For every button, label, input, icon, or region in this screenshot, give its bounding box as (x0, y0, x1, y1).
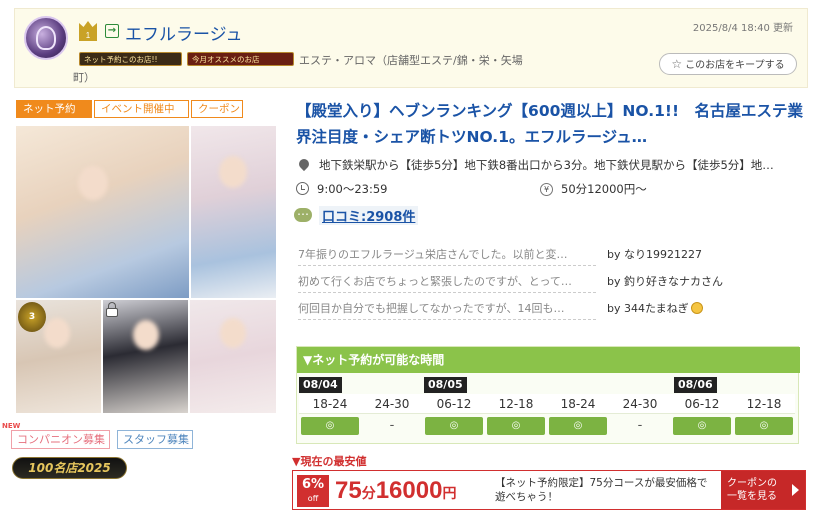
review-count-link[interactable]: 口コミ:2908件 (319, 206, 419, 225)
review-author-name: by 344たまねぎ (607, 302, 689, 315)
price-text: 50分12000円〜 (561, 182, 647, 196)
rank-number: 1 (79, 31, 97, 41)
lock-icon (105, 302, 119, 318)
hours-info: 9:00〜23:59 (296, 181, 387, 197)
slot-available-button[interactable]: ◎ (425, 417, 483, 435)
staff-recruit-link[interactable]: スタッフ募集 (117, 430, 193, 449)
crown-rank-icon: 1 (79, 21, 97, 41)
clock-icon (296, 182, 309, 195)
smile-face-icon (690, 302, 703, 314)
yen-icon: ¥ (540, 183, 553, 196)
time-slot: 24-30 - (361, 394, 423, 436)
hours-text: 9:00〜23:59 (317, 182, 388, 196)
rank-medal-icon: 3 (18, 302, 46, 332)
slot-time: 12-18 (733, 394, 795, 414)
map-pin-icon (296, 157, 312, 172)
review-text[interactable]: 初めて行くお店でちょっと緊張したのですが、とって… (298, 272, 596, 293)
net-reserve-calendar: ▼ネット予約が可能な時間 08/04 08/05 08/06 18-24 ◎ 2… (296, 346, 800, 444)
review-author: by 344たまねぎ (607, 299, 807, 319)
time-slot: 18-24 ◎ (299, 394, 361, 436)
shop-category: エステ・アロマ（店舗型エステ/錦・栄・矢場 (299, 54, 523, 67)
discount-percent: 6% (301, 477, 325, 492)
review-author: by 釣り好きなナカさん (607, 275, 723, 288)
slot-available-button[interactable]: ◎ (735, 417, 793, 435)
list-item[interactable]: 何回目か自分でも把握してなかったですが、14回も… by 344たまねぎ (296, 299, 703, 320)
shop-category-wrap: 町） (73, 71, 95, 84)
lowest-price-label: ▼現在の最安値 (292, 455, 367, 468)
slot-available-button[interactable]: ◎ (487, 417, 545, 435)
time-slot: 12-18 ◎ (485, 394, 547, 436)
time-slot: 12-18 ◎ (733, 394, 795, 436)
course-minutes: 75 (335, 477, 362, 504)
time-slot: 24-30 - (609, 394, 671, 436)
staff-photo[interactable] (191, 126, 276, 298)
slot-time: 06-12 (671, 394, 733, 414)
review-author: by なり19921227 (607, 248, 702, 261)
date-label: 08/05 (424, 377, 467, 393)
net-reserve-badge[interactable]: ネット予約このお店!! (79, 52, 182, 66)
slot-time: 24-30 (361, 394, 423, 414)
lowest-price-box[interactable]: 6% off 75分16000円 【ネット予約限定】75分コースが最安価格で遊べ… (292, 470, 806, 510)
price-info: ¥50分12000円〜 (540, 181, 647, 197)
reserve-title: ▼ネット予約が可能な時間 (297, 347, 800, 373)
new-badge: NEW (2, 422, 21, 430)
shop-name-link[interactable]: エフルラージュ (125, 20, 242, 45)
slot-time: 24-30 (609, 394, 671, 414)
access-text: 地下鉄栄駅から【徒歩5分】地下鉄8番出口から3分。地下鉄伏見駅から【徒歩5分】地… (319, 158, 774, 172)
arrow-right-icon (792, 484, 799, 496)
time-slot: 06-12 ◎ (423, 394, 485, 436)
review-text[interactable]: 何回目か自分でも把握してなかったですが、14回も… (298, 299, 596, 320)
time-slot: 06-12 ◎ (671, 394, 733, 436)
slot-time: 06-12 (423, 394, 485, 414)
date-label: 08/04 (299, 377, 342, 393)
staff-photo[interactable] (16, 126, 189, 298)
keep-shop-label: このお店をキープする (685, 60, 785, 71)
slot-time: 18-24 (299, 394, 361, 414)
price-note: 【ネット予約限定】75分コースが最安価格で遊べちゃう！ (495, 477, 708, 503)
shop-header: 1 → エフルラージュ 2025/8/4 18:40 更新 ネット予約このお店!… (14, 8, 808, 88)
lowest-price: 75分16000円 (335, 475, 456, 509)
list-item[interactable]: 7年振りのエフルラージュ栄店さんでした。以前と変… by なり19921227 (296, 245, 702, 266)
logo-mark-icon (36, 26, 56, 50)
speech-bubble-icon (294, 204, 312, 222)
updated-timestamp: 2025/8/4 18:40 更新 (692, 23, 793, 34)
external-link-icon[interactable]: → (105, 24, 119, 38)
monthly-recommend-badge[interactable]: 今月オススメのお店 (187, 52, 294, 66)
catch-copy-link[interactable]: 【殿堂入り】ヘブンランキング【600週以上】NO.1!! 名古屋エステ業界注目度… (296, 98, 806, 150)
companion-recruit-link[interactable]: コンパニオン募集 (11, 430, 110, 449)
tag-event[interactable]: イベント開催中 (94, 100, 189, 118)
slot-unavailable: - (637, 418, 643, 433)
slot-available-button[interactable]: ◎ (549, 417, 607, 435)
slot-time: 18-24 (547, 394, 609, 414)
slot-available-button[interactable]: ◎ (301, 417, 359, 435)
price-amount: 16000 (375, 477, 443, 504)
tag-net-reserve[interactable]: ネット予約 (16, 100, 92, 118)
shop-logo[interactable] (24, 16, 68, 60)
tag-coupon[interactable]: クーポン (191, 100, 243, 118)
access-info: 地下鉄栄駅から【徒歩5分】地下鉄8番出口から3分。地下鉄伏見駅から【徒歩5分】地… (296, 157, 806, 173)
staff-photo[interactable] (190, 300, 276, 413)
review-text[interactable]: 7年振りのエフルラージュ栄店さんでした。以前と変… (298, 245, 596, 266)
shop100-logo[interactable]: 100名店2025 (12, 457, 127, 479)
coupon-list-button[interactable]: クーポンの 一覧を見る (721, 471, 805, 509)
staff-photo-gallery: 3 (16, 126, 276, 413)
price-unit: 円 (442, 485, 457, 501)
date-label: 08/06 (674, 377, 717, 393)
slot-time: 12-18 (485, 394, 547, 414)
list-item[interactable]: 初めて行くお店でちょっと緊張したのですが、とって… by 釣り好きなナカさん (296, 272, 723, 293)
star-icon: ☆ (671, 57, 683, 71)
time-slot: 18-24 ◎ (547, 394, 609, 436)
slot-unavailable: - (389, 418, 395, 433)
keep-shop-button[interactable]: ☆ このお店をキープする (659, 53, 797, 75)
discount-off-label: off (307, 494, 319, 503)
minutes-unit: 分 (361, 485, 376, 501)
slot-available-button[interactable]: ◎ (673, 417, 731, 435)
discount-badge: 6% off (297, 475, 329, 507)
